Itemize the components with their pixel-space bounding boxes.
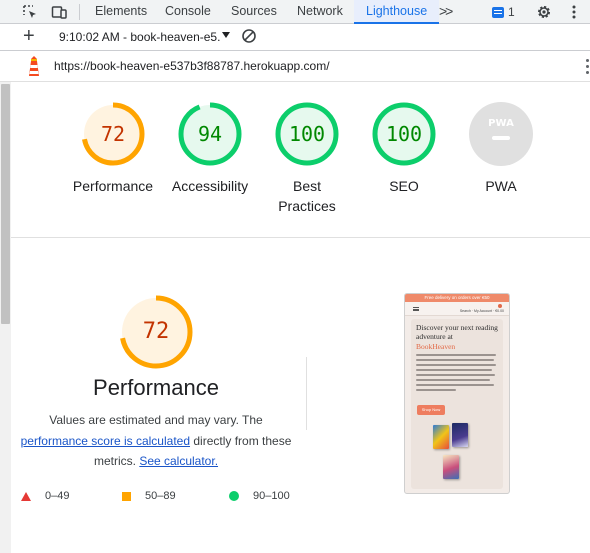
gauge-label: Accessibility	[171, 178, 249, 194]
device-toolbar-icon[interactable]	[50, 3, 68, 21]
thumbnail-nav-links: Search · My Account · €0.00	[459, 309, 504, 313]
book-cover-image	[433, 425, 449, 449]
gauge-accessibility[interactable]: 94 Accessibility	[165, 101, 255, 196]
more-tabs-button[interactable]: >>	[439, 0, 453, 24]
plus-icon[interactable]: +	[23, 26, 35, 46]
thumbnail-paragraph	[416, 354, 496, 394]
select-element-icon[interactable]	[21, 3, 39, 21]
thumbnail-nav: Search · My Account · €0.00	[405, 302, 509, 316]
gauge-score: 100	[288, 122, 326, 146]
issues-button[interactable]: 1	[492, 4, 515, 20]
average-square-icon	[122, 491, 131, 501]
fail-triangle-icon	[21, 491, 31, 501]
description-text: Values are estimated and may vary. The	[49, 413, 263, 427]
tab-elements[interactable]: Elements	[95, 0, 147, 24]
book-cover-image	[452, 423, 468, 447]
gear-icon[interactable]	[535, 3, 553, 21]
clear-icon[interactable]	[241, 28, 257, 44]
gauge-label: Performance	[72, 178, 154, 194]
gauge-seo[interactable]: 100 SEO	[359, 101, 449, 196]
gauge-score: 100	[385, 122, 423, 146]
performance-score: 72	[142, 319, 170, 344]
chevron-down-icon[interactable]	[222, 32, 230, 38]
kebab-menu-icon[interactable]	[565, 3, 583, 21]
thumbnail-shop-button: Shop Now	[417, 405, 445, 415]
legend-average: 50–89	[122, 489, 176, 503]
legend-range: 0–49	[45, 490, 70, 502]
pwa-badge-text: PWA	[488, 118, 514, 129]
gauge-best-practices[interactable]: 100 Best Practices	[262, 101, 352, 216]
gauge-label: PWA	[485, 178, 517, 194]
report-url-bar: https://book-heaven-e537b3f88787.herokua…	[0, 51, 590, 82]
report-menu-icon[interactable]	[586, 59, 589, 74]
tab-lighthouse[interactable]: Lighthouse	[354, 0, 440, 24]
gauge-pwa[interactable]: PWA PWA	[456, 101, 546, 196]
scrollbar-thumb[interactable]	[1, 84, 10, 324]
page-screenshot-thumbnail[interactable]: Free delivery on orders over €50 Search …	[404, 293, 510, 494]
tab-console[interactable]: Console	[165, 0, 211, 24]
gauge-performance[interactable]: 72 Performance	[68, 101, 158, 196]
performance-score-link[interactable]: performance score is calculated	[21, 434, 190, 448]
section-divider	[11, 237, 590, 238]
performance-gauge: 72	[118, 294, 194, 370]
gauge-score: 72	[100, 122, 126, 146]
issues-count: 1	[508, 5, 515, 19]
tab-network[interactable]: Network	[297, 0, 343, 24]
thumbnail-banner: Free delivery on orders over €50	[405, 294, 509, 302]
performance-title: Performance	[93, 375, 219, 400]
legend-pass: 90–100	[229, 489, 290, 503]
legend-range: 90–100	[253, 490, 290, 502]
lighthouse-toolbar: + 9:10:02 AM - book-heaven-e5.	[0, 24, 590, 51]
see-calculator-link[interactable]: See calculator.	[139, 454, 218, 468]
thumbnail-hero: Discover your next reading adventure at …	[411, 319, 503, 489]
thumbnail-brand: BookHeaven	[416, 342, 456, 351]
gauge-score: 94	[197, 122, 223, 146]
performance-description: Values are estimated and may vary. The p…	[12, 410, 300, 472]
report-selector[interactable]: 9:10:02 AM - book-heaven-e5.	[59, 30, 220, 44]
legend-fail: 0–49	[21, 489, 69, 503]
vertical-divider	[306, 357, 307, 430]
toolbar-separator	[79, 4, 80, 20]
pass-circle-icon	[229, 491, 239, 501]
legend-range: 50–89	[145, 490, 176, 502]
tab-sources[interactable]: Sources	[231, 0, 277, 24]
devtools-tab-bar: Elements Console Sources Network Lightho…	[0, 0, 590, 24]
thumbnail-heading: Discover your next reading adventure at	[416, 323, 498, 341]
issues-icon	[492, 6, 504, 18]
gauge-label: Best Practices	[278, 178, 336, 214]
gauge-label: SEO	[389, 178, 419, 194]
pwa-badge-icon: PWA	[469, 102, 533, 166]
hamburger-icon	[413, 307, 419, 311]
lighthouse-icon	[26, 55, 42, 77]
book-cover-image	[443, 455, 459, 479]
bag-icon	[498, 304, 502, 308]
report-url: https://book-heaven-e537b3f88787.herokua…	[54, 59, 330, 73]
